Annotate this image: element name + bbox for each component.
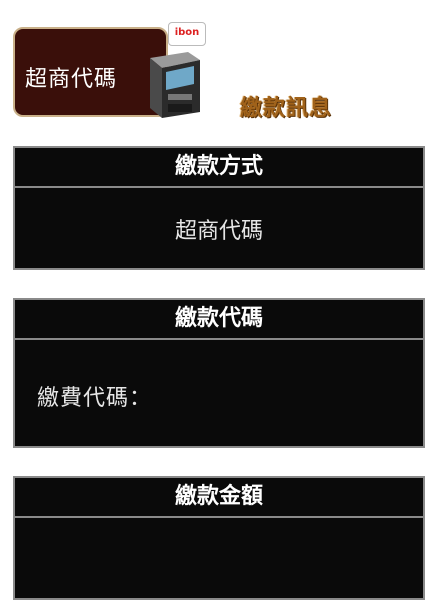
payment-code-section: 繳款代碼 繳費代碼： bbox=[13, 298, 425, 448]
section-header: 繳款金額 bbox=[15, 478, 423, 518]
payment-method-value: 超商代碼 bbox=[174, 219, 263, 244]
payment-info-title: 繳款訊息 bbox=[240, 96, 333, 121]
banner-label: 超商代碼 bbox=[25, 67, 118, 92]
payment-method-section: 繳款方式 超商代碼 bbox=[13, 146, 425, 270]
section-header: 繳款代碼 bbox=[15, 300, 423, 340]
atm-kiosk-icon bbox=[150, 52, 200, 118]
payment-amount-section: 繳款金額 bbox=[13, 476, 425, 600]
ibon-badge: ibon bbox=[168, 22, 206, 46]
payment-code-label: 繳費代碼： bbox=[37, 386, 153, 411]
section-header: 繳款方式 bbox=[15, 148, 423, 188]
